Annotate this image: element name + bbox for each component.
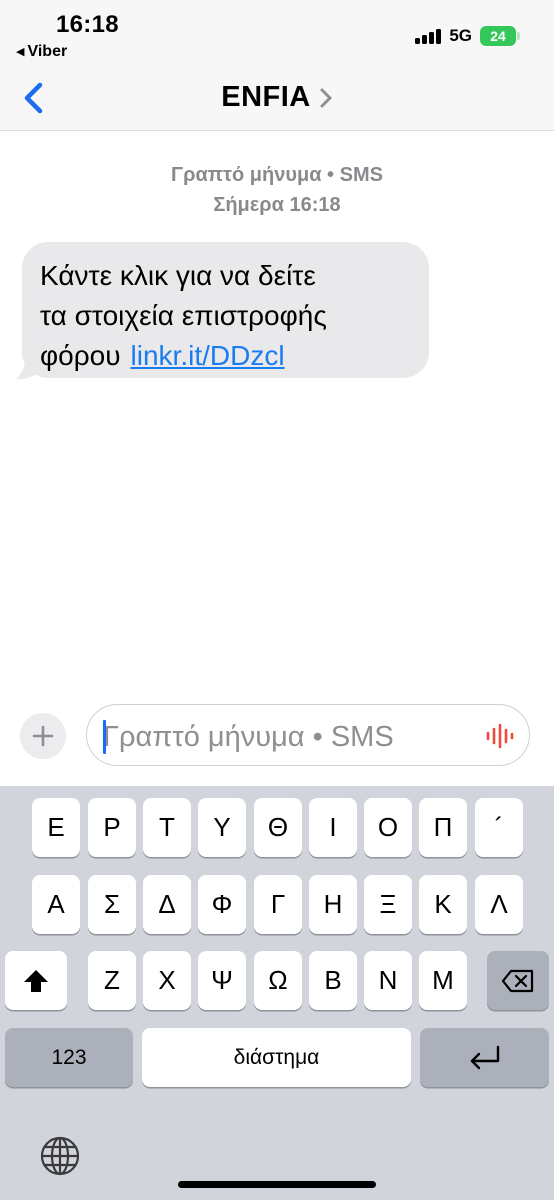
key-delta[interactable]: Δ bbox=[143, 875, 191, 934]
key-gamma[interactable]: Γ bbox=[254, 875, 302, 934]
key-rho[interactable]: Ρ bbox=[88, 798, 136, 857]
compose-area: Γραπτό μήνυμα • SMS bbox=[0, 690, 554, 786]
message-line-2: τα στοιχεία επιστροφής bbox=[40, 300, 327, 331]
backspace-icon bbox=[501, 969, 534, 992]
numbers-key[interactable]: 123 bbox=[5, 1028, 133, 1087]
home-indicator[interactable] bbox=[178, 1181, 376, 1188]
key-psi[interactable]: Ψ bbox=[198, 951, 246, 1010]
return-arrow-icon bbox=[470, 1045, 499, 1069]
voice-waveform-icon[interactable] bbox=[485, 722, 515, 750]
key-accent[interactable]: ´ bbox=[475, 798, 523, 857]
status-indicators: 5G 24 bbox=[415, 26, 520, 46]
key-alpha[interactable]: Α bbox=[32, 875, 80, 934]
keyboard: Ε Ρ Τ Υ Θ Ι Ο Π ´ Α Σ Δ Φ Γ Η Ξ Κ Λ Ζ Χ … bbox=[0, 786, 554, 1200]
message-text-end: φόρου bbox=[40, 340, 121, 371]
key-kappa[interactable]: Κ bbox=[419, 875, 467, 934]
key-upsilon[interactable]: Υ bbox=[198, 798, 246, 857]
key-sigma[interactable]: Σ bbox=[88, 875, 136, 934]
contact-title-button[interactable]: ENFIA bbox=[0, 81, 554, 114]
key-epsilon[interactable]: Ε bbox=[32, 798, 80, 857]
battery-icon: 24 bbox=[480, 26, 520, 46]
key-xi[interactable]: Ξ bbox=[364, 875, 412, 934]
key-lambda[interactable]: Λ bbox=[475, 875, 523, 934]
key-chi[interactable]: Χ bbox=[143, 951, 191, 1010]
back-triangle-icon: ◀ bbox=[16, 45, 25, 58]
delete-key[interactable] bbox=[487, 951, 549, 1010]
key-tau[interactable]: Τ bbox=[143, 798, 191, 857]
space-key[interactable]: διάστημα bbox=[142, 1028, 411, 1087]
key-mu[interactable]: Μ bbox=[419, 951, 467, 1010]
shift-arrow-icon bbox=[24, 969, 48, 992]
text-cursor bbox=[103, 720, 106, 754]
key-zeta[interactable]: Ζ bbox=[88, 951, 136, 1010]
shift-key[interactable] bbox=[5, 951, 67, 1010]
key-omega[interactable]: Ω bbox=[254, 951, 302, 1010]
conversation-header: ENFIA bbox=[0, 66, 554, 131]
message-input[interactable]: Γραπτό μήνυμα • SMS bbox=[86, 704, 530, 766]
key-beta[interactable]: Β bbox=[309, 951, 357, 1010]
key-eta[interactable]: Η bbox=[309, 875, 357, 934]
plus-icon bbox=[32, 725, 54, 747]
cellular-signal-icon bbox=[415, 28, 442, 44]
return-key[interactable] bbox=[420, 1028, 549, 1087]
add-attachment-button[interactable] bbox=[20, 713, 66, 759]
back-app-label: Viber bbox=[27, 43, 68, 60]
status-time: 16:18 bbox=[56, 11, 119, 38]
message-service-label: Γραπτό μήνυμα • SMS bbox=[171, 164, 383, 186]
key-theta[interactable]: Θ bbox=[254, 798, 302, 857]
key-omicron[interactable]: Ο bbox=[364, 798, 412, 857]
contact-name: ENFIA bbox=[221, 81, 311, 113]
message-link[interactable]: linkr.it/DDzcl bbox=[131, 340, 285, 371]
key-iota[interactable]: Ι bbox=[309, 798, 357, 857]
chevron-right-icon bbox=[320, 88, 332, 107]
message-line-1: Κάντε κλικ για να δείτε bbox=[40, 260, 316, 291]
battery-level: 24 bbox=[490, 28, 506, 44]
globe-icon[interactable] bbox=[38, 1134, 82, 1178]
key-phi[interactable]: Φ bbox=[198, 875, 246, 934]
back-to-app-link[interactable]: ◀ Viber bbox=[16, 43, 67, 61]
key-nu[interactable]: Ν bbox=[364, 951, 412, 1010]
received-message-bubble[interactable]: Κάντε κλικ για να δείτε τα στοιχεία επισ… bbox=[22, 242, 429, 378]
network-type: 5G bbox=[449, 26, 472, 45]
message-timestamp: Σήμερα 16:18 bbox=[213, 194, 341, 216]
key-pi[interactable]: Π bbox=[419, 798, 467, 857]
status-bar: 16:18 ◀ Viber 5G 24 bbox=[0, 0, 554, 66]
message-line-3: φόρου linkr.it/DDzcl bbox=[40, 336, 411, 376]
message-input-placeholder: Γραπτό μήνυμα • SMS bbox=[103, 721, 394, 753]
